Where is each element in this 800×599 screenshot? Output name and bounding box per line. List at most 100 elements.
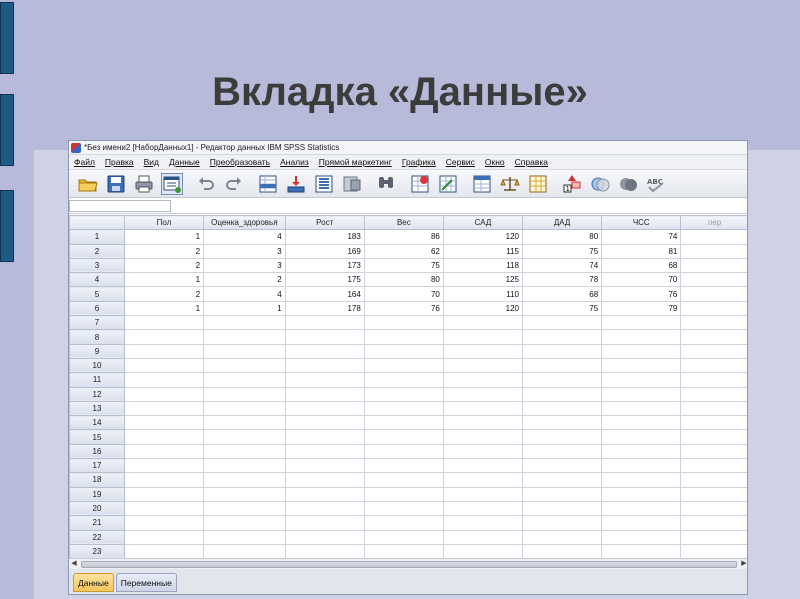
data-cell[interactable]: [601, 458, 682, 474]
value-labels-icon[interactable]: 1: [561, 173, 583, 195]
data-cell[interactable]: 173: [284, 257, 365, 274]
data-cell[interactable]: [680, 229, 747, 245]
data-cell[interactable]: 2: [203, 272, 286, 288]
weight-cases-icon[interactable]: [499, 173, 521, 195]
data-cell[interactable]: 125: [442, 272, 524, 288]
data-cell[interactable]: 81: [601, 243, 682, 259]
dialog-recall-icon[interactable]: [161, 172, 183, 195]
data-cell[interactable]: [363, 443, 444, 460]
data-cell[interactable]: [123, 386, 205, 402]
data-cell[interactable]: [680, 372, 747, 388]
data-cell[interactable]: [680, 343, 747, 359]
data-cell[interactable]: [203, 357, 286, 374]
data-cell[interactable]: 70: [601, 272, 682, 288]
data-cell[interactable]: [601, 543, 682, 558]
data-cell[interactable]: [680, 400, 747, 417]
column-header[interactable]: Оценка_здоровья: [203, 215, 286, 231]
row-header[interactable]: 16: [69, 443, 125, 460]
data-cell[interactable]: 3: [203, 257, 286, 274]
menu-file[interactable]: Файл: [69, 157, 100, 167]
data-cell[interactable]: [442, 415, 524, 431]
data-cell[interactable]: [203, 500, 286, 517]
data-cell[interactable]: [363, 472, 444, 488]
data-cell[interactable]: [123, 400, 205, 417]
data-cell[interactable]: [522, 515, 603, 531]
data-cell[interactable]: [123, 543, 205, 558]
data-cell[interactable]: 1: [203, 300, 286, 317]
row-header[interactable]: 11: [69, 372, 125, 388]
data-cell[interactable]: [284, 386, 365, 402]
data-cell[interactable]: [522, 486, 603, 502]
data-cell[interactable]: [601, 529, 682, 545]
data-cell[interactable]: [522, 343, 603, 359]
data-cell[interactable]: [203, 343, 286, 359]
data-cell[interactable]: [284, 357, 365, 374]
data-cell[interactable]: [601, 400, 682, 417]
spell-check-icon[interactable]: ABC: [645, 173, 667, 195]
data-cell[interactable]: [284, 400, 365, 417]
data-cell[interactable]: 75: [522, 243, 603, 259]
data-cell[interactable]: [442, 458, 524, 474]
data-cell[interactable]: [363, 515, 444, 531]
row-header[interactable]: 18: [69, 472, 125, 488]
column-header[interactable]: САД: [442, 215, 524, 231]
data-cell[interactable]: 1: [123, 300, 205, 317]
row-header[interactable]: 20: [69, 500, 125, 517]
data-cell[interactable]: [123, 415, 205, 431]
data-cell[interactable]: 4: [203, 229, 286, 245]
data-cell[interactable]: [601, 343, 682, 359]
data-cell[interactable]: [522, 372, 603, 388]
row-header[interactable]: 15: [69, 429, 125, 445]
run-descriptives-icon[interactable]: [341, 173, 363, 195]
data-cell[interactable]: [680, 415, 747, 431]
menu-data[interactable]: Данные: [164, 157, 205, 167]
data-cell[interactable]: [522, 415, 603, 431]
row-header[interactable]: 1: [69, 229, 125, 245]
horizontal-scrollbar[interactable]: ◀ ▶: [69, 558, 747, 569]
data-cell[interactable]: 120: [442, 300, 524, 317]
data-cell[interactable]: [680, 486, 747, 502]
save-icon[interactable]: [105, 173, 127, 195]
data-cell[interactable]: [284, 515, 365, 531]
data-cell[interactable]: [601, 443, 682, 460]
data-cell[interactable]: [522, 400, 603, 417]
row-header[interactable]: 22: [69, 529, 125, 545]
data-cell[interactable]: [522, 472, 603, 488]
data-cell[interactable]: [363, 486, 444, 502]
data-cell[interactable]: [363, 543, 444, 558]
data-cell[interactable]: [123, 486, 205, 502]
data-cell[interactable]: [363, 429, 444, 445]
data-cell[interactable]: 75: [363, 257, 444, 274]
data-cell[interactable]: 110: [442, 286, 524, 302]
tab-variable-view[interactable]: Переменные: [115, 573, 177, 592]
menu-direct-marketing[interactable]: Прямой маркетинг: [314, 157, 397, 167]
menu-edit[interactable]: Правка: [100, 157, 139, 167]
data-cell[interactable]: [284, 458, 365, 474]
row-header[interactable]: 3: [69, 257, 125, 274]
data-cell[interactable]: [284, 329, 365, 345]
data-cell[interactable]: [601, 515, 682, 531]
data-cell[interactable]: 76: [601, 286, 682, 302]
data-cell[interactable]: [203, 515, 286, 531]
data-cell[interactable]: [601, 500, 682, 517]
data-cell[interactable]: 3: [203, 243, 286, 259]
insert-variable-icon[interactable]: [437, 173, 459, 195]
data-cell[interactable]: 1: [123, 229, 205, 245]
data-cell[interactable]: [522, 329, 603, 345]
data-cell[interactable]: [680, 500, 747, 517]
data-cell[interactable]: [203, 429, 286, 445]
data-cell[interactable]: [680, 429, 747, 445]
scroll-left-icon[interactable]: ◀: [69, 559, 79, 569]
data-cell[interactable]: [203, 386, 286, 402]
tab-data-view[interactable]: Данные: [73, 573, 114, 592]
data-cell[interactable]: [123, 472, 205, 488]
data-cell[interactable]: [203, 458, 286, 474]
data-cell[interactable]: [442, 343, 524, 359]
data-cell[interactable]: [680, 300, 747, 317]
data-cell[interactable]: 62: [363, 243, 444, 259]
data-cell[interactable]: [284, 500, 365, 517]
data-cell[interactable]: 169: [284, 243, 365, 259]
row-header[interactable]: 19: [69, 486, 125, 502]
data-cell[interactable]: [522, 315, 603, 331]
data-cell[interactable]: [203, 372, 286, 388]
